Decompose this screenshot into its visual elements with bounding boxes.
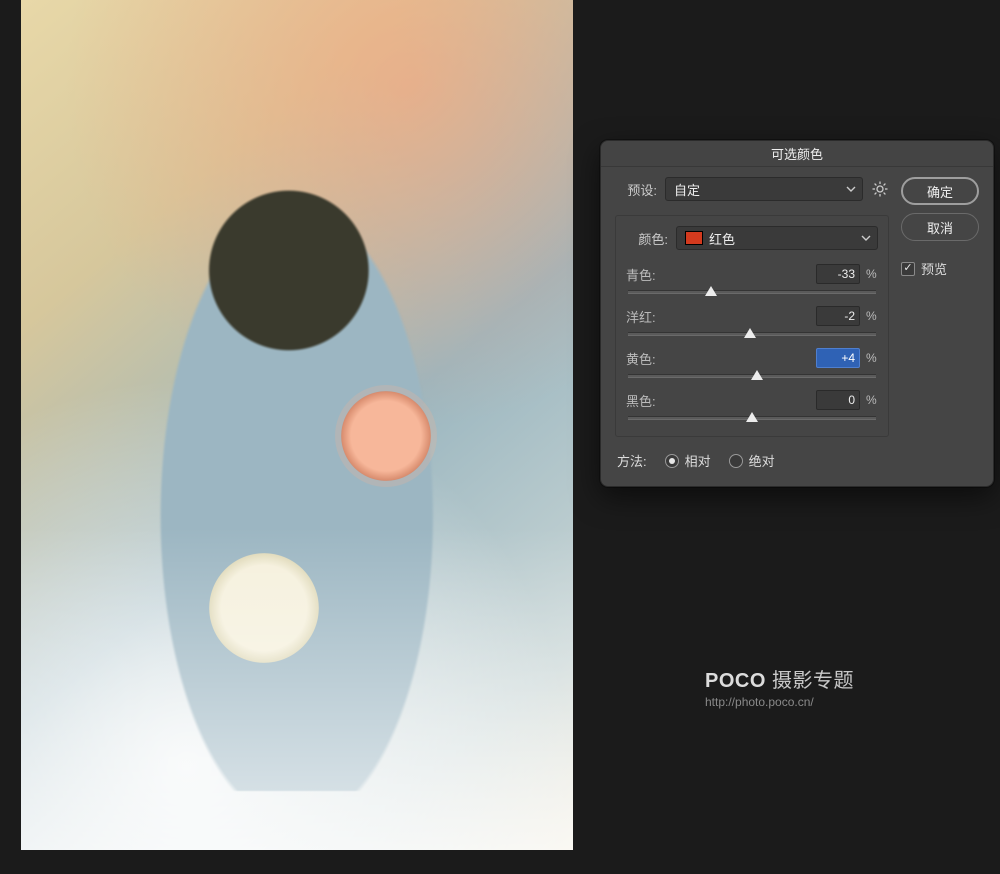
method-relative-label: 相对 <box>685 451 711 470</box>
cyan-value-input[interactable] <box>816 264 860 284</box>
color-swatch <box>685 231 703 245</box>
yellow-slider-track[interactable] <box>628 374 876 378</box>
magenta-slider-block: 洋红: % <box>626 306 878 336</box>
watermark-brand-suffix: 摄影专题 <box>766 670 854 692</box>
magenta-label: 洋红: <box>626 307 656 326</box>
radio-icon <box>729 454 743 468</box>
method-absolute-option[interactable]: 绝对 <box>729 451 775 470</box>
method-relative-option[interactable]: 相对 <box>665 451 711 470</box>
gear-icon[interactable] <box>871 180 889 198</box>
color-label: 颜色: <box>626 229 668 248</box>
dialog-title: 可选颜色 <box>601 141 993 167</box>
ok-button-label: 确定 <box>927 182 953 201</box>
color-value: 红色 <box>709 229 735 248</box>
cancel-button-label: 取消 <box>927 218 953 237</box>
ok-button[interactable]: 确定 <box>901 177 979 205</box>
preset-value: 自定 <box>674 180 700 199</box>
watermark-url: http://photo.poco.cn/ <box>705 695 854 709</box>
yellow-label: 黄色: <box>626 349 656 368</box>
black-slider-block: 黑色: % <box>626 390 878 420</box>
color-select[interactable]: 红色 <box>676 226 878 250</box>
watermark: POCO 摄影专题 http://photo.poco.cn/ <box>705 664 854 709</box>
preset-select[interactable]: 自定 <box>665 177 863 201</box>
method-row: 方法: 相对 绝对 <box>615 451 889 470</box>
chevron-down-icon <box>861 233 871 243</box>
cyan-label: 青色: <box>626 265 656 284</box>
selective-color-dialog: 可选颜色 预设: 自定 颜色: <box>600 140 994 487</box>
yellow-slider-thumb[interactable] <box>751 370 763 380</box>
preview-label: 预览 <box>921 259 947 278</box>
magenta-value-input[interactable] <box>816 306 860 326</box>
watermark-brand-prefix: POCO <box>705 670 766 692</box>
magenta-slider-thumb[interactable] <box>744 328 756 338</box>
black-slider-track[interactable] <box>628 416 876 420</box>
black-value-input[interactable] <box>816 390 860 410</box>
edited-photo-preview <box>21 0 573 850</box>
preset-label: 预设: <box>615 180 657 199</box>
black-label: 黑色: <box>626 391 656 410</box>
color-adjust-group: 颜色: 红色 青色: % <box>615 215 889 437</box>
yellow-slider-block: 黄色: % <box>626 348 878 378</box>
method-absolute-label: 绝对 <box>749 451 775 470</box>
black-slider-thumb[interactable] <box>746 412 758 422</box>
method-label: 方法: <box>617 451 647 470</box>
radio-icon <box>665 454 679 468</box>
percent-label: % <box>866 351 878 365</box>
preview-checkbox-row[interactable]: 预览 <box>901 259 979 278</box>
checkbox-icon <box>901 262 915 276</box>
percent-label: % <box>866 393 878 407</box>
percent-label: % <box>866 309 878 323</box>
photo-haze-overlay <box>21 0 573 850</box>
yellow-value-input[interactable] <box>816 348 860 368</box>
cancel-button[interactable]: 取消 <box>901 213 979 241</box>
cyan-slider-block: 青色: % <box>626 264 878 294</box>
watermark-brand: POCO 摄影专题 <box>705 664 854 693</box>
percent-label: % <box>866 267 878 281</box>
chevron-down-icon <box>846 184 856 194</box>
cyan-slider-thumb[interactable] <box>705 286 717 296</box>
magenta-slider-track[interactable] <box>628 332 876 336</box>
cyan-slider-track[interactable] <box>628 290 876 294</box>
